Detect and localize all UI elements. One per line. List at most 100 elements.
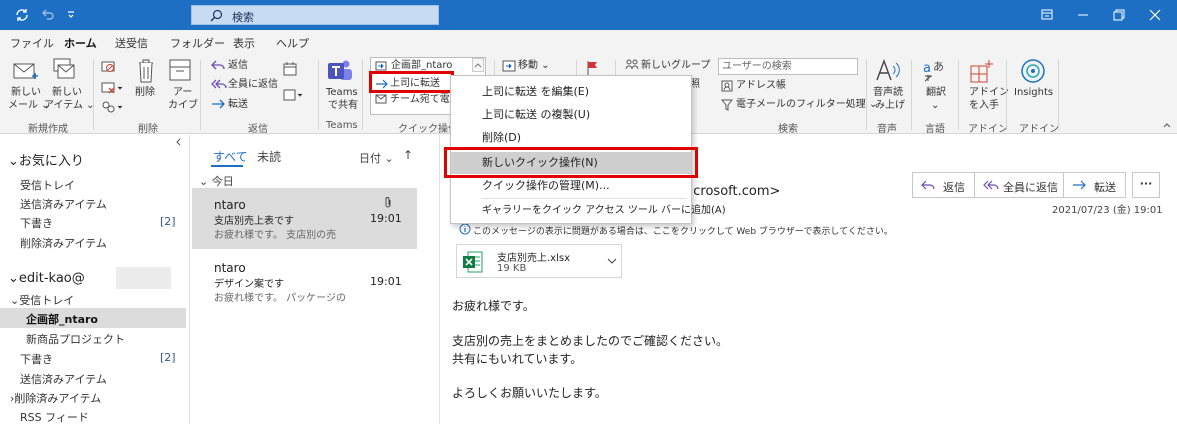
drafts-folder[interactable]: 下書き <box>20 351 53 367</box>
reading-reply-label: 返信 <box>943 181 965 194</box>
restore-icon[interactable] <box>1102 0 1136 30</box>
team-mail-icon <box>375 94 387 104</box>
subfolder-new-product[interactable]: 新商品プロジェクト <box>26 331 125 347</box>
new-mail-button[interactable] <box>12 58 38 84</box>
new-mail-label: 新しい <box>11 87 41 98</box>
fav-drafts-count: [2] <box>160 215 176 228</box>
info-bar[interactable]: このメッセージの表示に問題がある場合は、ここをクリックして Web ブラウザーで… <box>473 224 893 237</box>
collapse-ribbon-icon[interactable] <box>1162 120 1172 130</box>
reading-reply-button[interactable]: 返信 <box>912 172 975 198</box>
tab-send-receive[interactable]: 送受信 <box>115 35 148 51</box>
undo-icon[interactable] <box>40 7 56 23</box>
favorites-header[interactable]: ⌄お気に入り <box>8 150 84 169</box>
reading-reply-all-button[interactable]: 全員に返信 <box>974 172 1064 198</box>
user-search-placeholder: ユーザーの検索 <box>722 61 792 72</box>
archive-button[interactable] <box>168 58 192 82</box>
get-addins-label: アドイン <box>969 87 1009 98</box>
search-icon <box>210 9 223 22</box>
sync-icon[interactable] <box>14 7 30 23</box>
junk-icon[interactable] <box>100 100 124 114</box>
clean-up-icon[interactable] <box>100 81 124 95</box>
more-actions-button[interactable]: ··· <box>1132 172 1160 198</box>
delete-label: 削除 <box>135 87 155 98</box>
fav-inbox[interactable]: 受信トレイ <box>20 177 75 193</box>
group-addins2-label: アドイン <box>1019 124 1059 135</box>
collapse-pane-icon[interactable] <box>174 137 182 147</box>
group-find-label: 検索 <box>778 124 798 135</box>
close-icon[interactable] <box>1138 0 1172 30</box>
drafts-count: [2] <box>160 351 176 364</box>
group-language-label: 言語 <box>925 124 945 135</box>
tab-view[interactable]: 表示 <box>233 35 255 51</box>
filter-unread-tab[interactable]: 未読 <box>257 148 281 165</box>
reply-all-button[interactable]: 全員に返信 <box>228 79 278 91</box>
sort-by-date[interactable]: 日付 ⌄ <box>359 150 394 166</box>
tab-folder[interactable]: フォルダー <box>170 35 225 51</box>
ribbon-separator <box>911 60 912 130</box>
menu-delete[interactable]: 削除(D) <box>451 127 691 149</box>
menu-add-gallery-qat[interactable]: ギャラリーをクイック アクセス ツール バーに追加(A) <box>451 200 726 222</box>
ribbon-separator <box>866 60 867 130</box>
delete-button[interactable] <box>137 58 155 84</box>
sent-folder[interactable]: 送信済みアイテム <box>20 371 107 387</box>
message-item-selected[interactable]: ntaro 支店別売上表です お疲れ様です。 支店別の売 19:01 <box>192 188 417 249</box>
reading-forward-label: 転送 <box>1094 181 1116 194</box>
translate-icon[interactable]: aあ <box>922 58 948 84</box>
read-aloud-icon[interactable] <box>874 58 902 84</box>
deleted-folder[interactable]: ›削除済みアイテム <box>10 390 101 406</box>
group-new-label: 新規作成 <box>28 124 68 135</box>
more-respond-icon[interactable] <box>283 88 305 102</box>
archive-label: アー <box>173 87 193 98</box>
reading-forward-button[interactable]: 転送 <box>1063 172 1126 198</box>
message-item[interactable]: ntaro デザイン案です お疲れ様です。 パッケージの 19:01 <box>192 253 417 313</box>
sort-direction-icon[interactable]: ↑ <box>403 148 413 162</box>
minimize-icon[interactable] <box>1066 0 1100 30</box>
insights-icon[interactable] <box>1020 58 1046 84</box>
menu-duplicate-forward-boss[interactable]: 上司に転送 の複製(U) <box>451 104 691 126</box>
filter-email-button[interactable]: 電子メールのフィルター処理 ⌄ <box>736 99 877 111</box>
filter-icon <box>721 99 733 111</box>
inbox-folder[interactable]: ⌄受信トレイ <box>10 292 74 308</box>
menu-manage-quick-steps[interactable]: クイック操作の管理(M)... <box>451 175 691 197</box>
tab-help[interactable]: ヘルプ <box>276 35 309 51</box>
new-items-button[interactable] <box>50 56 78 84</box>
gallery-scroll-up-icon[interactable] <box>472 58 484 72</box>
group-quick-steps-label: クイック操作 <box>398 124 458 135</box>
user-search-input[interactable]: ユーザーの検索 <box>718 58 858 75</box>
group-today[interactable]: ⌄ 今日 <box>199 173 234 189</box>
teams-icon[interactable] <box>326 58 354 84</box>
fav-drafts[interactable]: 下書き <box>20 215 53 231</box>
meeting-icon[interactable] <box>283 62 297 76</box>
info-icon <box>459 223 471 235</box>
flag-icon[interactable] <box>586 60 600 76</box>
address-book-button[interactable]: アドレス帳 <box>736 80 786 92</box>
read-aloud-label2: み上げ <box>875 100 905 111</box>
ribbon-separator <box>318 60 319 130</box>
customize-qat-icon[interactable] <box>66 7 76 23</box>
forward-button[interactable]: 転送 <box>228 99 248 111</box>
new-group-button[interactable]: 新しいグループ <box>641 60 710 72</box>
tab-home[interactable]: ホーム <box>64 35 97 56</box>
menu-edit-forward-boss[interactable]: 上司に転送 を編集(E) <box>451 81 691 103</box>
subfolder-kikaku[interactable]: 企画部_ntaro <box>26 311 98 327</box>
get-addins-icon[interactable] <box>969 58 995 84</box>
ribbon-separator <box>1058 60 1059 130</box>
body-line-3: 共有にもいれています。 <box>452 352 583 366</box>
ignore-icon[interactable] <box>100 60 116 74</box>
message-sender: ntaro <box>214 261 246 275</box>
svg-text:a: a <box>923 61 931 76</box>
filter-all-tab[interactable]: すべて <box>213 148 248 165</box>
fav-deleted[interactable]: 削除済みアイテム <box>20 235 107 251</box>
attachment-card[interactable]: 支店別売上.xlsx 19 KB <box>456 244 622 278</box>
search-input[interactable]: 検索 <box>191 5 439 25</box>
rss-folder[interactable]: RSS フィード <box>20 409 89 424</box>
tab-file[interactable]: ファイル <box>10 35 54 51</box>
chevron-down-icon[interactable] <box>607 257 617 265</box>
reply-button[interactable]: 返信 <box>228 60 248 72</box>
body-line-2: 支店別の売上をまとめましたのでご確認ください。 <box>452 334 729 348</box>
active-tab-underline <box>211 165 243 167</box>
ribbon-display-icon[interactable] <box>1030 0 1064 30</box>
account-header[interactable]: ⌄edit-kao@ <box>8 271 85 286</box>
fav-sent[interactable]: 送信済みアイテム <box>20 196 107 212</box>
move-button[interactable]: 移動 ⌄ <box>518 60 550 72</box>
